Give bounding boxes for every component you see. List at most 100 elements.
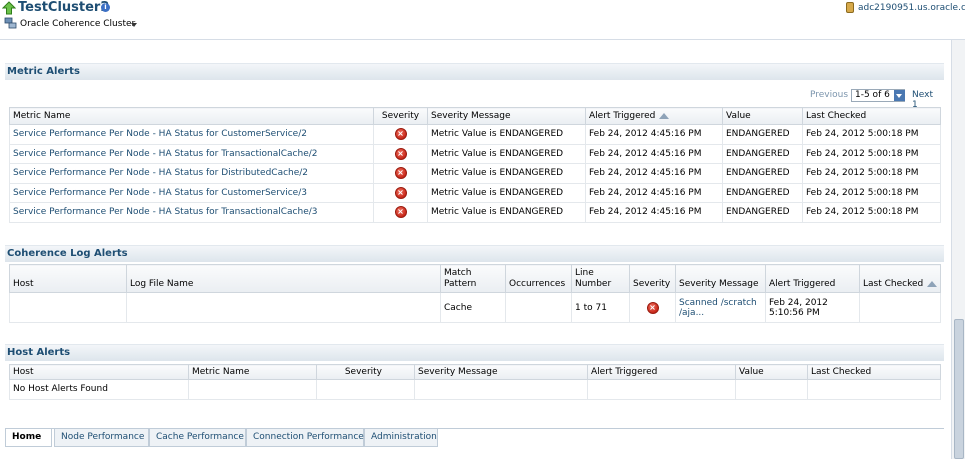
log-alerts-table: Host Log File Name Match Pattern Occurre… bbox=[9, 264, 941, 323]
table-header-row: Host Metric Name Severity Severity Messa… bbox=[9, 364, 941, 380]
critical-icon: × bbox=[394, 128, 407, 141]
host-alerts-header: Host Alerts bbox=[5, 344, 944, 361]
metric-name-link[interactable]: Service Performance Per Node - HA Status… bbox=[9, 202, 374, 223]
metric-alerts-header: Metric Alerts bbox=[5, 63, 944, 80]
col-log-file-name[interactable]: Log File Name bbox=[126, 264, 441, 293]
col-last-checked[interactable]: Last Checked bbox=[859, 264, 941, 293]
match-pattern-cell: Cache bbox=[440, 292, 506, 323]
metric-name-link[interactable]: Service Performance Per Node - HA Status… bbox=[9, 182, 374, 203]
info-icon[interactable]: i bbox=[101, 3, 110, 12]
page-range-value: 1-5 of 6 bbox=[855, 90, 890, 100]
severity-message-cell: Metric Value is ENDANGERED bbox=[427, 124, 586, 145]
tab-node-performance[interactable]: Node Performance bbox=[54, 429, 149, 447]
col-line-number[interactable]: Line Number bbox=[571, 264, 630, 293]
table-header-row: Metric Name Severity Severity Message Al… bbox=[9, 107, 941, 125]
col-severity-message[interactable]: Severity Message bbox=[675, 264, 766, 293]
empty-message: No Host Alerts Found bbox=[9, 379, 189, 400]
scrollbar-thumb[interactable] bbox=[954, 319, 964, 459]
value-cell: ENDANGERED bbox=[722, 182, 803, 203]
col-host[interactable]: Host bbox=[9, 264, 127, 293]
last-checked-cell: Feb 24, 2012 5:00:18 PM bbox=[802, 124, 941, 145]
metric-alerts-table: Metric Name Severity Severity Message Al… bbox=[9, 107, 941, 223]
last-checked-cell bbox=[859, 292, 941, 323]
sort-ascending-icon[interactable] bbox=[659, 112, 670, 119]
last-checked-cell: Feb 24, 2012 5:00:18 PM bbox=[802, 202, 941, 223]
col-host[interactable]: Host bbox=[9, 364, 189, 380]
col-alert-triggered-label: Alert Triggered bbox=[589, 111, 656, 121]
col-alert-triggered[interactable]: Alert Triggered bbox=[587, 364, 736, 380]
value-cell: ENDANGERED bbox=[722, 143, 803, 164]
severity-cell: × bbox=[373, 202, 428, 223]
table-row: Service Performance Per Node - HA Status… bbox=[9, 182, 941, 203]
critical-icon: × bbox=[646, 301, 659, 314]
value-cell: ENDANGERED bbox=[722, 202, 803, 223]
severity-message-cell: Metric Value is ENDANGERED bbox=[427, 163, 586, 184]
severity-cell: × bbox=[373, 124, 428, 145]
dropdown-icon[interactable] bbox=[894, 90, 905, 101]
metric-name-link[interactable]: Service Performance Per Node - HA Status… bbox=[9, 163, 374, 184]
col-match-pattern[interactable]: Match Pattern bbox=[440, 264, 506, 293]
sort-ascending-icon[interactable] bbox=[927, 280, 938, 287]
col-alert-triggered[interactable]: Alert Triggered bbox=[585, 107, 723, 125]
host-alerts-table: Host Metric Name Severity Severity Messa… bbox=[9, 364, 941, 400]
table-row: Service Performance Per Node - HA Status… bbox=[9, 124, 941, 145]
critical-icon: × bbox=[394, 167, 407, 180]
host-link[interactable]: adc2190951.us.oracle.co bbox=[858, 3, 965, 13]
host-cell bbox=[9, 292, 127, 323]
home-arrow-icon[interactable] bbox=[2, 1, 16, 15]
col-severity[interactable]: Severity bbox=[629, 264, 676, 293]
chevron-down-icon[interactable] bbox=[131, 23, 137, 27]
metric-name-link[interactable]: Service Performance Per Node - HA Status… bbox=[9, 143, 374, 164]
alert-triggered-cell: Feb 24, 2012 4:45:16 PM bbox=[585, 182, 723, 203]
tab-connection-performance[interactable]: Connection Performance bbox=[246, 429, 364, 447]
table-row: Cache 1 to 71 × Scanned /scratch /aja...… bbox=[9, 292, 941, 323]
severity-message-line: Scanned /scratch bbox=[679, 297, 757, 308]
alert-triggered-cell: Feb 24, 2012 4:45:16 PM bbox=[585, 124, 723, 145]
tab-administration[interactable]: Administration bbox=[364, 429, 438, 447]
col-value[interactable]: Value bbox=[722, 107, 803, 125]
col-occurrences[interactable]: Occurrences bbox=[505, 264, 572, 293]
alert-triggered-cell: Feb 24, 2012 5:10:56 PM bbox=[765, 292, 860, 323]
col-last-checked[interactable]: Last Checked bbox=[807, 364, 941, 380]
col-alert-triggered[interactable]: Alert Triggered bbox=[765, 264, 860, 293]
severity-message-cell: Metric Value is ENDANGERED bbox=[427, 202, 586, 223]
section-title: Metric Alerts bbox=[7, 66, 80, 77]
vertical-scrollbar[interactable] bbox=[951, 40, 965, 459]
bottom-tab-bar: Home Node Performance Cache Performance … bbox=[5, 428, 944, 459]
log-alerts-header: Coherence Log Alerts bbox=[5, 245, 944, 262]
alert-triggered-cell: Feb 24, 2012 4:45:16 PM bbox=[585, 163, 723, 184]
col-metric-name[interactable]: Metric Name bbox=[9, 107, 374, 125]
alert-triggered-cell: Feb 24, 2012 4:45:16 PM bbox=[585, 202, 723, 223]
table-row: Service Performance Per Node - HA Status… bbox=[9, 202, 941, 223]
metric-name-link[interactable]: Service Performance Per Node - HA Status… bbox=[9, 124, 374, 145]
alert-triggered-line: 5:10:56 PM bbox=[769, 307, 820, 318]
alert-triggered-cell: Feb 24, 2012 4:45:16 PM bbox=[585, 143, 723, 164]
empty-cell bbox=[735, 379, 808, 400]
tab-home[interactable]: Home bbox=[5, 429, 52, 447]
value-cell: ENDANGERED bbox=[722, 163, 803, 184]
previous-link: Previous bbox=[810, 90, 849, 100]
tab-cache-performance[interactable]: Cache Performance bbox=[149, 429, 246, 447]
severity-cell: × bbox=[373, 182, 428, 203]
severity-cell: × bbox=[373, 143, 428, 164]
page-header: TestCluster2 i Oracle Coherence Cluster … bbox=[0, 0, 965, 40]
table-header-row: Host Log File Name Match Pattern Occurre… bbox=[9, 264, 941, 293]
col-last-checked[interactable]: Last Checked bbox=[802, 107, 941, 125]
page-title: TestCluster2 bbox=[18, 0, 110, 15]
critical-icon: × bbox=[394, 206, 407, 219]
col-severity-message[interactable]: Severity Message bbox=[427, 107, 586, 125]
severity-message-cell[interactable]: Scanned /scratch /aja... bbox=[675, 292, 766, 323]
col-severity-message[interactable]: Severity Message bbox=[414, 364, 588, 380]
col-severity[interactable]: Severity bbox=[316, 364, 415, 380]
col-value[interactable]: Value bbox=[735, 364, 808, 380]
last-checked-cell: Feb 24, 2012 5:00:18 PM bbox=[802, 163, 941, 184]
table-row: Service Performance Per Node - HA Status… bbox=[9, 163, 941, 184]
col-metric-name[interactable]: Metric Name bbox=[188, 364, 317, 380]
last-checked-cell: Feb 24, 2012 5:00:18 PM bbox=[802, 182, 941, 203]
empty-cell bbox=[188, 379, 317, 400]
critical-icon: × bbox=[394, 186, 407, 199]
severity-cell: × bbox=[373, 163, 428, 184]
target-type-menu[interactable]: Oracle Coherence Cluster bbox=[20, 19, 135, 29]
severity-message-cell: Metric Value is ENDANGERED bbox=[427, 143, 586, 164]
col-severity[interactable]: Severity bbox=[373, 107, 428, 125]
